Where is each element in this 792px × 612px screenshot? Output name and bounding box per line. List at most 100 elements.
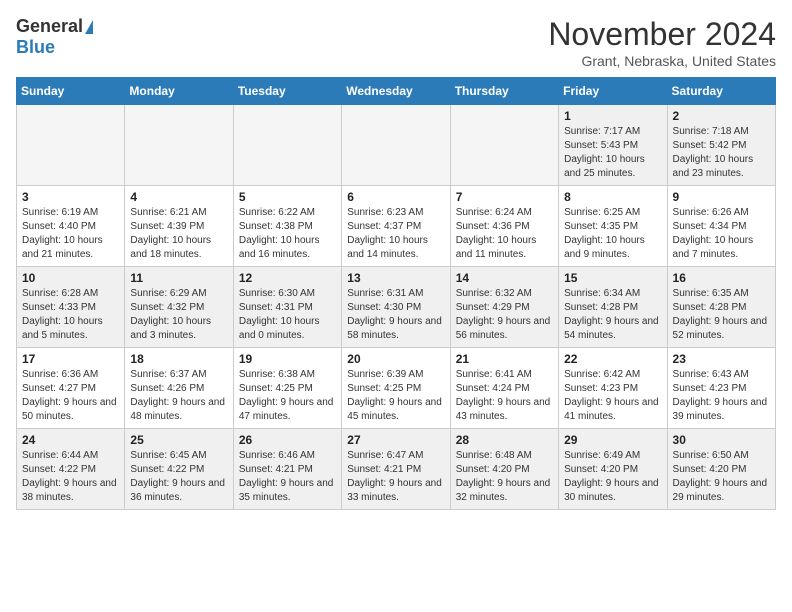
calendar-cell [450,105,558,186]
day-number: 15 [564,271,661,285]
day-number: 30 [673,433,770,447]
day-number: 11 [130,271,227,285]
header-tuesday: Tuesday [233,78,341,105]
day-number: 21 [456,352,553,366]
day-info: Sunrise: 6:38 AM Sunset: 4:25 PM Dayligh… [239,368,336,424]
day-info: Sunrise: 6:19 AM Sunset: 4:40 PM Dayligh… [22,206,119,262]
calendar-cell [17,105,125,186]
day-number: 25 [130,433,227,447]
day-info: Sunrise: 6:44 AM Sunset: 4:22 PM Dayligh… [22,449,119,505]
calendar: Sunday Monday Tuesday Wednesday Thursday… [16,77,776,510]
day-number: 26 [239,433,336,447]
day-number: 18 [130,352,227,366]
calendar-cell: 17 Sunrise: 6:36 AM Sunset: 4:27 PM Dayli… [17,348,125,429]
day-info: Sunrise: 6:30 AM Sunset: 4:31 PM Dayligh… [239,287,336,343]
calendar-cell: 6 Sunrise: 6:23 AM Sunset: 4:37 PM Daylig… [342,186,450,267]
logo-icon [85,20,93,34]
calendar-cell: 4 Sunrise: 6:21 AM Sunset: 4:39 PM Daylig… [125,186,233,267]
header: General Blue November 2024 Grant, Nebras… [16,16,776,69]
calendar-week-3: 17 Sunrise: 6:36 AM Sunset: 4:27 PM Dayli… [17,348,776,429]
day-info: Sunrise: 6:26 AM Sunset: 4:34 PM Dayligh… [673,206,770,262]
day-info: Sunrise: 6:37 AM Sunset: 4:26 PM Dayligh… [130,368,227,424]
day-number: 3 [22,190,119,204]
calendar-cell: 1Sunrise: 7:17 AM Sunset: 5:43 PM Daylig… [559,105,667,186]
day-number: 2 [673,109,770,123]
logo: General Blue [16,16,93,58]
calendar-cell: 15 Sunrise: 6:34 AM Sunset: 4:28 PM Dayli… [559,267,667,348]
calendar-header-row: Sunday Monday Tuesday Wednesday Thursday… [17,78,776,105]
calendar-cell: 23 Sunrise: 6:43 AM Sunset: 4:23 PM Dayli… [667,348,775,429]
calendar-cell: 3 Sunrise: 6:19 AM Sunset: 4:40 PM Daylig… [17,186,125,267]
day-info: Sunrise: 6:49 AM Sunset: 4:20 PM Dayligh… [564,449,661,505]
calendar-cell: 22 Sunrise: 6:42 AM Sunset: 4:23 PM Dayli… [559,348,667,429]
calendar-cell: 27Sunrise: 6:47 AM Sunset: 4:21 PM Dayli… [342,429,450,510]
day-number: 23 [673,352,770,366]
day-info: Sunrise: 6:50 AM Sunset: 4:20 PM Dayligh… [673,449,770,505]
day-info: Sunrise: 6:34 AM Sunset: 4:28 PM Dayligh… [564,287,661,343]
day-number: 4 [130,190,227,204]
month-title: November 2024 [548,16,776,53]
calendar-cell: 11 Sunrise: 6:29 AM Sunset: 4:32 PM Dayli… [125,267,233,348]
day-number: 22 [564,352,661,366]
calendar-cell: 9Sunrise: 6:26 AM Sunset: 4:34 PM Daylig… [667,186,775,267]
day-number: 29 [564,433,661,447]
calendar-cell [233,105,341,186]
header-friday: Friday [559,78,667,105]
day-info: Sunrise: 6:39 AM Sunset: 4:25 PM Dayligh… [347,368,444,424]
day-info: Sunrise: 6:47 AM Sunset: 4:21 PM Dayligh… [347,449,444,505]
day-info: Sunrise: 6:35 AM Sunset: 4:28 PM Dayligh… [673,287,770,343]
calendar-cell: 8Sunrise: 6:25 AM Sunset: 4:35 PM Daylig… [559,186,667,267]
day-number: 6 [347,190,444,204]
day-number: 13 [347,271,444,285]
calendar-cell: 2Sunrise: 7:18 AM Sunset: 5:42 PM Daylig… [667,105,775,186]
day-number: 28 [456,433,553,447]
day-info: Sunrise: 6:45 AM Sunset: 4:22 PM Dayligh… [130,449,227,505]
calendar-cell: 13Sunrise: 6:31 AM Sunset: 4:30 PM Dayli… [342,267,450,348]
calendar-cell: 16 Sunrise: 6:35 AM Sunset: 4:28 PM Dayli… [667,267,775,348]
header-wednesday: Wednesday [342,78,450,105]
day-info: Sunrise: 6:24 AM Sunset: 4:36 PM Dayligh… [456,206,553,262]
header-monday: Monday [125,78,233,105]
calendar-cell: 21 Sunrise: 6:41 AM Sunset: 4:24 PM Dayli… [450,348,558,429]
calendar-week-0: 1Sunrise: 7:17 AM Sunset: 5:43 PM Daylig… [17,105,776,186]
calendar-week-2: 10 Sunrise: 6:28 AM Sunset: 4:33 PM Dayli… [17,267,776,348]
day-number: 10 [22,271,119,285]
logo-blue-text: Blue [16,37,55,58]
day-info: Sunrise: 6:46 AM Sunset: 4:21 PM Dayligh… [239,449,336,505]
calendar-week-1: 3 Sunrise: 6:19 AM Sunset: 4:40 PM Daylig… [17,186,776,267]
day-number: 24 [22,433,119,447]
day-number: 14 [456,271,553,285]
header-sunday: Sunday [17,78,125,105]
day-info: Sunrise: 6:41 AM Sunset: 4:24 PM Dayligh… [456,368,553,424]
day-info: Sunrise: 6:43 AM Sunset: 4:23 PM Dayligh… [673,368,770,424]
day-number: 20 [347,352,444,366]
title-section: November 2024 Grant, Nebraska, United St… [548,16,776,69]
day-number: 7 [456,190,553,204]
day-info: Sunrise: 7:17 AM Sunset: 5:43 PM Dayligh… [564,125,661,181]
day-info: Sunrise: 6:21 AM Sunset: 4:39 PM Dayligh… [130,206,227,262]
calendar-cell: 30 Sunrise: 6:50 AM Sunset: 4:20 PM Dayli… [667,429,775,510]
subtitle: Grant, Nebraska, United States [548,53,776,69]
calendar-cell: 5 Sunrise: 6:22 AM Sunset: 4:38 PM Daylig… [233,186,341,267]
header-saturday: Saturday [667,78,775,105]
day-info: Sunrise: 6:28 AM Sunset: 4:33 PM Dayligh… [22,287,119,343]
calendar-cell: 12 Sunrise: 6:30 AM Sunset: 4:31 PM Dayli… [233,267,341,348]
calendar-cell [342,105,450,186]
calendar-cell: 18 Sunrise: 6:37 AM Sunset: 4:26 PM Dayli… [125,348,233,429]
calendar-cell: 14 Sunrise: 6:32 AM Sunset: 4:29 PM Dayli… [450,267,558,348]
day-number: 16 [673,271,770,285]
day-info: Sunrise: 6:22 AM Sunset: 4:38 PM Dayligh… [239,206,336,262]
day-info: Sunrise: 6:32 AM Sunset: 4:29 PM Dayligh… [456,287,553,343]
calendar-cell: 25 Sunrise: 6:45 AM Sunset: 4:22 PM Dayli… [125,429,233,510]
day-info: Sunrise: 6:23 AM Sunset: 4:37 PM Dayligh… [347,206,444,262]
day-number: 5 [239,190,336,204]
day-info: Sunrise: 6:36 AM Sunset: 4:27 PM Dayligh… [22,368,119,424]
day-number: 17 [22,352,119,366]
day-number: 12 [239,271,336,285]
logo-general-text: General [16,16,83,37]
day-info: Sunrise: 6:48 AM Sunset: 4:20 PM Dayligh… [456,449,553,505]
calendar-cell: 26 Sunrise: 6:46 AM Sunset: 4:21 PM Dayli… [233,429,341,510]
day-info: Sunrise: 6:42 AM Sunset: 4:23 PM Dayligh… [564,368,661,424]
day-info: Sunrise: 6:29 AM Sunset: 4:32 PM Dayligh… [130,287,227,343]
calendar-cell: 10 Sunrise: 6:28 AM Sunset: 4:33 PM Dayli… [17,267,125,348]
